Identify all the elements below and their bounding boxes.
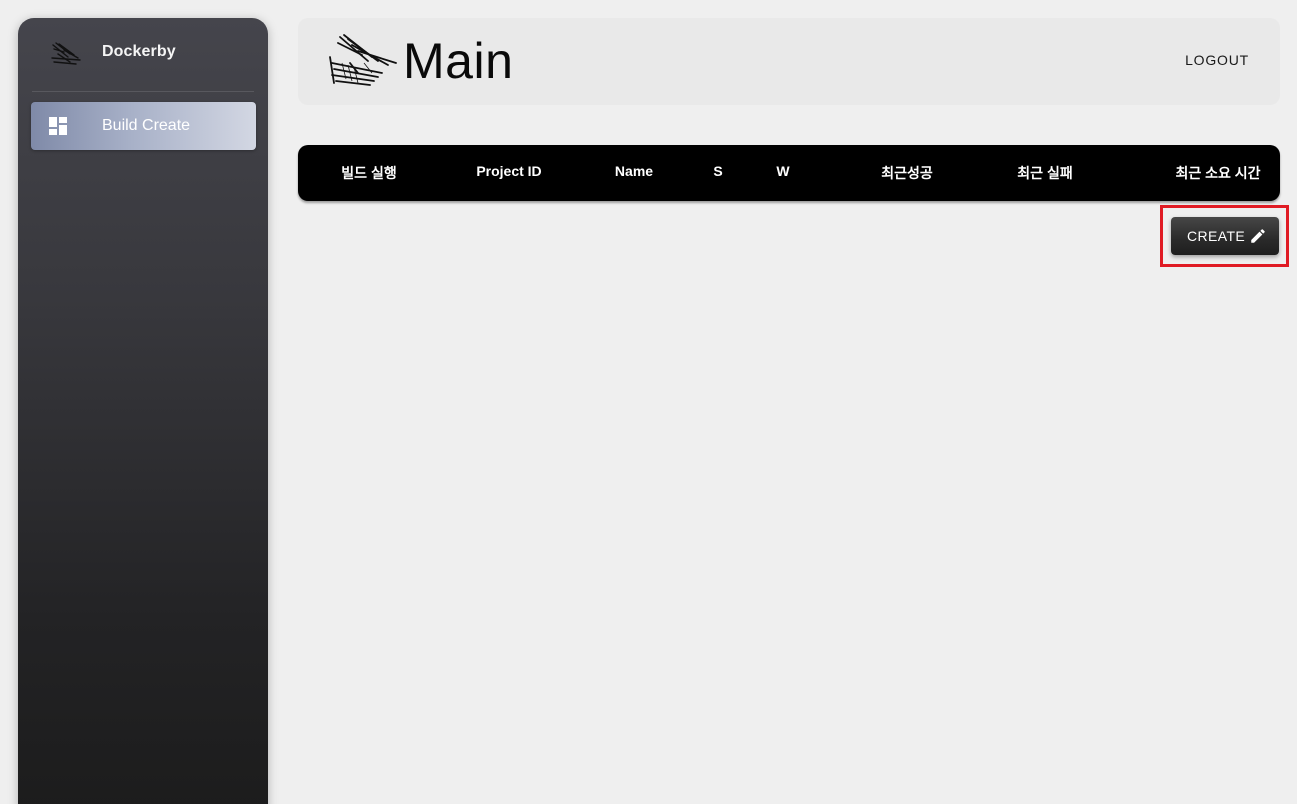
page-header: Main LOGOUT xyxy=(298,18,1280,105)
logout-button[interactable]: LOGOUT xyxy=(1185,52,1249,68)
table-header: 빌드 실행 Project ID Name S W 최근성공 최근 실패 최근 … xyxy=(298,145,1280,201)
column-header-build-run[interactable]: 빌드 실행 xyxy=(341,163,396,183)
sidebar-item-label: Build Create xyxy=(102,117,191,134)
column-header-recent-failure[interactable]: 최근 실패 xyxy=(1017,163,1072,183)
sidebar: Dockerby Build Create xyxy=(18,18,268,804)
brand[interactable]: Dockerby xyxy=(18,18,268,90)
column-header-name[interactable]: Name xyxy=(615,163,653,179)
sidebar-item-build-create[interactable]: Build Create xyxy=(31,102,256,150)
pencil-icon xyxy=(1251,229,1265,243)
brand-name: Dockerby xyxy=(102,43,176,60)
column-header-project-id[interactable]: Project ID xyxy=(476,163,541,179)
column-header-recent-duration[interactable]: 최근 소요 시간 xyxy=(1175,163,1260,183)
dockerby-logo-icon xyxy=(51,42,81,65)
column-header-recent-success[interactable]: 최근성공 xyxy=(881,163,933,183)
page-title: Main xyxy=(403,33,514,89)
dashboard-icon xyxy=(49,117,67,135)
column-header-w[interactable]: W xyxy=(776,163,789,179)
dockerby-logo-icon xyxy=(329,34,397,86)
create-button[interactable]: CREATE xyxy=(1171,217,1279,255)
create-button-label: CREATE xyxy=(1187,228,1246,244)
sidebar-divider xyxy=(32,91,254,92)
column-header-s[interactable]: S xyxy=(713,163,722,179)
